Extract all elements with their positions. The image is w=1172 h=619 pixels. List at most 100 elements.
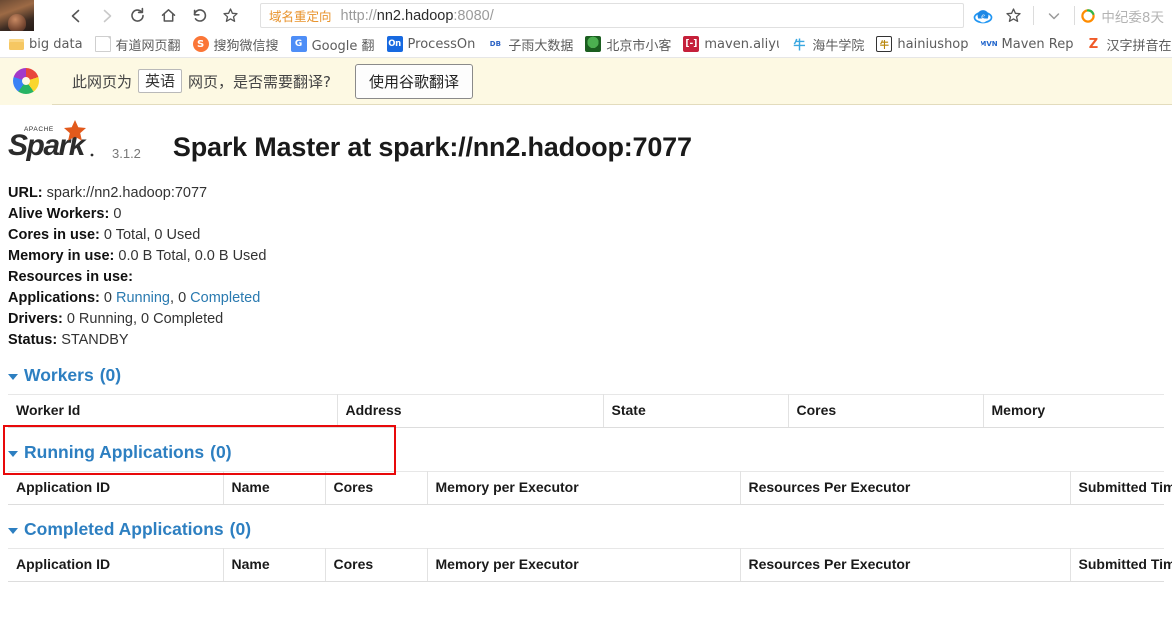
sogou-icon: S xyxy=(192,36,209,52)
translate-suffix: 网页，是否需要翻译? xyxy=(188,72,331,91)
home-button[interactable] xyxy=(153,0,184,31)
bookmark-star-button[interactable] xyxy=(215,0,246,31)
bookmark-item[interactable]: 牛 hainiushop xyxy=(870,34,974,54)
bookmark-label: big data xyxy=(29,36,83,52)
bookmark-item[interactable]: 有道网页翻 xyxy=(89,33,187,56)
running-applications-link[interactable]: Running xyxy=(116,290,170,306)
page-icon xyxy=(94,36,111,52)
extension-label: 中纪委8天 xyxy=(1101,9,1164,26)
bookmark-item[interactable]: Z 汉字拼音在 xyxy=(1079,33,1172,56)
beijing-icon xyxy=(585,36,602,52)
running-apps-section-title: Running Applications xyxy=(24,442,205,462)
toolbar-divider xyxy=(1033,6,1035,25)
info-apps-separator: , xyxy=(170,290,179,306)
address-bar[interactable]: 域名重定向 http://nn2.hadoop:8080/ xyxy=(260,3,965,28)
workers-header-row: Worker Id Address State Cores Memory xyxy=(8,394,1164,428)
bookmark-label: Google 翻 xyxy=(311,38,375,54)
svg-text:APACHE: APACHE xyxy=(24,126,54,133)
column-header[interactable]: Cores xyxy=(325,548,428,582)
info-drivers: Drivers: 0 Running, 0 Completed xyxy=(8,309,1164,330)
workers-table: Worker Id Address State Cores Memory xyxy=(8,394,1164,428)
bookmark-item[interactable]: S 搜狗微信搜 xyxy=(187,33,285,56)
url-scheme: http:// xyxy=(340,7,377,24)
column-header[interactable]: State xyxy=(603,394,789,428)
column-header[interactable]: Cores xyxy=(325,471,428,505)
use-google-translate-button[interactable]: 使用谷歌翻译 xyxy=(355,63,474,99)
completed-applications-link[interactable]: Completed xyxy=(190,290,260,306)
undo-arrow-icon xyxy=(193,9,207,22)
completed-apps-section-title: Completed Applications xyxy=(24,519,224,539)
info-memory-label: Memory in use: xyxy=(8,248,115,264)
chrome-translate-icon xyxy=(13,68,39,94)
back-button[interactable] xyxy=(60,0,91,31)
hanzi-pinyin-icon: Z xyxy=(1085,36,1102,52)
column-header[interactable]: Memory per Executor xyxy=(427,548,741,582)
info-url-label: URL: xyxy=(8,185,43,201)
forward-button[interactable] xyxy=(91,0,122,31)
processon-icon: On xyxy=(386,36,403,52)
column-header[interactable]: Name xyxy=(223,548,326,582)
translate-language-select[interactable]: 英语 xyxy=(138,69,183,93)
favorite-star-icon[interactable] xyxy=(998,0,1028,31)
info-url-value: spark://nn2.hadoop:7077 xyxy=(46,185,208,201)
ie-browser-icon[interactable]: e xyxy=(968,0,998,31)
info-cores-label: Cores in use: xyxy=(8,227,100,243)
column-header[interactable]: Submitted Time xyxy=(1070,471,1172,505)
column-header[interactable]: Submitted Time xyxy=(1070,548,1172,582)
info-applications: Applications: 0 Running, 0 Completed xyxy=(8,288,1164,309)
bookmark-label: Maven Rep xyxy=(1001,36,1074,52)
profile-avatar[interactable] xyxy=(0,0,34,31)
completed-applications-table: Application ID Name Cores Memory per Execut… xyxy=(8,548,1172,582)
spark-logo[interactable]: Spark APACHE xyxy=(8,117,108,165)
workers-section-header[interactable]: Workers (0) xyxy=(8,365,1164,386)
running-apps-header-row: Application ID Name Cores Memory per Execut… xyxy=(8,471,1172,505)
column-header[interactable]: Resources Per Executor xyxy=(740,471,1071,505)
column-header[interactable]: Cores xyxy=(788,394,984,428)
navigation-buttons xyxy=(60,0,246,31)
column-header[interactable]: Resources Per Executor xyxy=(740,548,1071,582)
url-redirect-badge: 域名重定向 xyxy=(269,9,332,24)
toolbar-divider-2 xyxy=(1074,6,1076,25)
bookmark-item[interactable]: G Google 翻 xyxy=(285,33,381,56)
extension-button[interactable]: 中纪委8天 xyxy=(1080,6,1166,26)
bookmark-item[interactable]: On ProcessOn xyxy=(381,34,482,54)
column-header[interactable]: Memory xyxy=(983,394,1164,428)
running-apps-section-count: (0) xyxy=(210,442,232,462)
info-url: URL: spark://nn2.hadoop:7077 xyxy=(8,183,1164,204)
bookmark-item[interactable]: MVNMaven Rep xyxy=(975,34,1080,54)
bookmark-item[interactable]: [-] maven.aliyu xyxy=(677,34,785,54)
column-header[interactable]: Application ID xyxy=(8,471,224,505)
column-header[interactable]: Address xyxy=(337,394,604,428)
chevron-down-icon[interactable] xyxy=(1039,0,1069,31)
bookmark-item[interactable]: big data xyxy=(2,34,89,54)
column-header[interactable]: Memory per Executor xyxy=(427,471,741,505)
hainiushop-icon: 牛 xyxy=(876,36,893,52)
column-header[interactable]: Name xyxy=(223,471,326,505)
running-apps-section-header[interactable]: Running Applications (0) xyxy=(8,442,1164,463)
spark-logo-icon: Spark APACHE xyxy=(8,120,94,162)
star-icon xyxy=(223,8,238,22)
hainiu-icon: 牛 xyxy=(791,36,808,52)
bookmark-item[interactable]: DB 子雨大数据 xyxy=(481,33,579,56)
workers-table-head: Worker Id Address State Cores Memory xyxy=(8,394,1164,428)
info-alive-workers-label: Alive Workers: xyxy=(8,206,110,222)
spark-master-page: Spark APACHE 3.1.2 Spark Master at spark… xyxy=(0,105,1172,582)
running-apps-table-head: Application ID Name Cores Memory per Execut… xyxy=(8,471,1172,505)
column-header[interactable]: Worker Id xyxy=(8,394,338,428)
column-header[interactable]: Application ID xyxy=(8,548,224,582)
completed-apps-section-header[interactable]: Completed Applications (0) xyxy=(8,519,1164,540)
info-cores-value: 0 Total, 0 Used xyxy=(103,227,201,243)
completed-apps-header-row: Application ID Name Cores Memory per Execut… xyxy=(8,548,1172,582)
workers-section-title: Workers xyxy=(24,365,94,385)
info-alive-workers: Alive Workers: 0 xyxy=(8,204,1164,225)
undo-button[interactable] xyxy=(184,0,215,31)
bookmark-label: 海牛学院 xyxy=(812,38,865,54)
bookmark-label: ProcessOn xyxy=(407,36,476,52)
reload-button[interactable] xyxy=(122,0,153,31)
bookmark-label: 有道网页翻 xyxy=(115,38,181,54)
info-apps-running-count: 0 xyxy=(103,290,112,306)
bookmark-item[interactable]: 北京市小客 xyxy=(579,33,677,56)
bookmark-item[interactable]: 牛海牛学院 xyxy=(785,33,870,56)
bookmark-label: hainiushop xyxy=(897,36,969,52)
reload-icon xyxy=(131,7,144,22)
